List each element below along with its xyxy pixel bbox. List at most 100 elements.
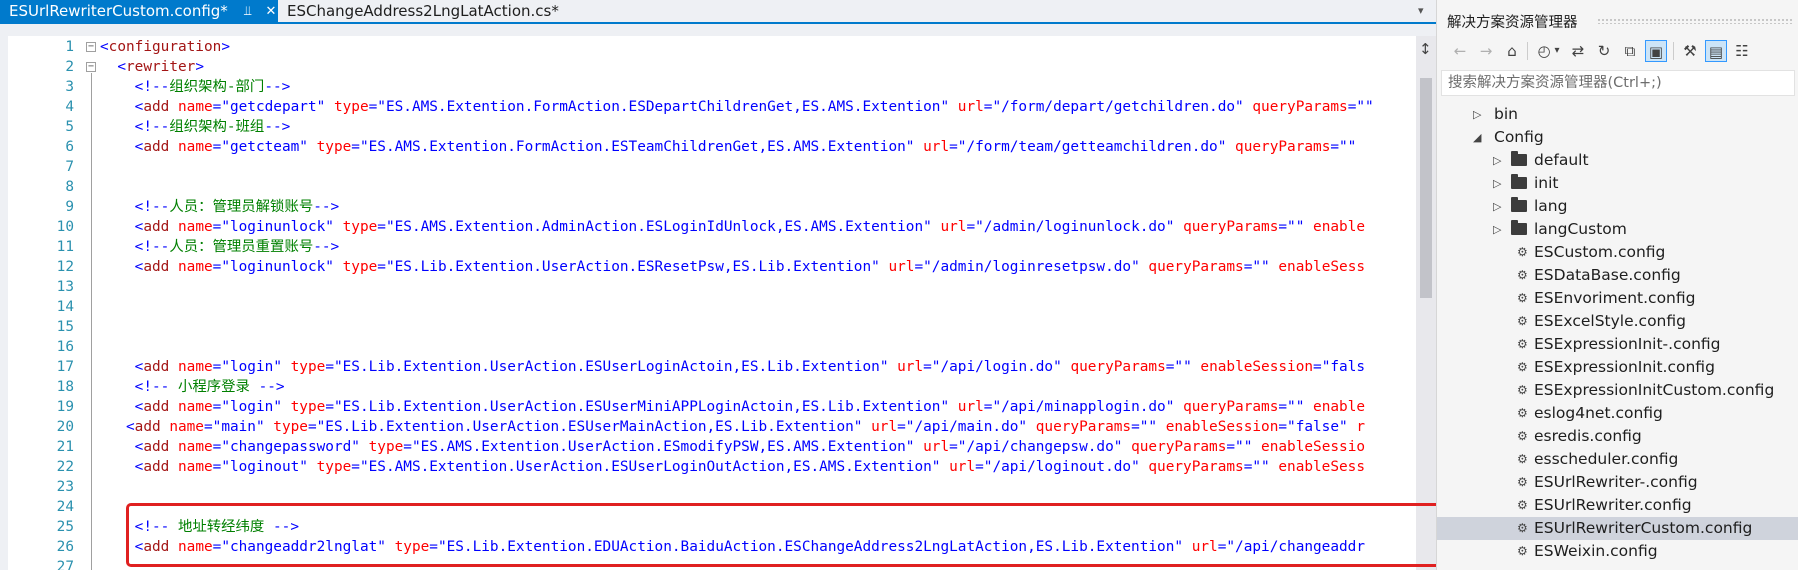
- code-line[interactable]: 6 <add name="getcteam" type="ES.AMS.Exte…: [8, 137, 1416, 157]
- tree-folder-item[interactable]: ▷ bin: [1437, 103, 1798, 126]
- tree-file-item[interactable]: ⚙ ESExcelStyle.config: [1437, 310, 1798, 333]
- code-token: 小程序登录: [169, 379, 259, 395]
- code-token: <!--: [100, 239, 170, 255]
- code-token: type: [281, 359, 326, 375]
- line-number: 18: [56, 379, 74, 395]
- pin-icon[interactable]: ⫫: [240, 4, 256, 19]
- collapse-arrow-icon[interactable]: ◢: [1473, 126, 1481, 149]
- code-token: loginunlock: [229, 259, 326, 275]
- collapse-all-icon[interactable]: ⧉: [1619, 40, 1641, 62]
- code-line[interactable]: 4 <add name="getcdepart" type="ES.AMS.Ex…: [8, 97, 1416, 117]
- tree-file-item[interactable]: ⚙ esredis.config: [1437, 425, 1798, 448]
- code-text: <!--组织架构-部门-->: [100, 77, 291, 97]
- panel-grip[interactable]: [1597, 18, 1792, 24]
- code-token: <!--: [100, 119, 170, 135]
- code-line[interactable]: 16: [8, 337, 1416, 357]
- tree-file-item[interactable]: ⚙ ESUrlRewriter-.config: [1437, 471, 1798, 494]
- code-line[interactable]: 2 − <rewriter>: [8, 57, 1416, 77]
- tree-file-item[interactable]: ⚙ ESUrlRewriterCustom.config: [1437, 517, 1798, 540]
- code-line[interactable]: 22 <add name="loginout" type="ES.AMS.Ext…: [8, 457, 1416, 477]
- code-line[interactable]: 3 <!--组织架构-部门-->: [8, 77, 1416, 97]
- expand-arrow-icon[interactable]: ▷: [1493, 195, 1501, 218]
- code-line[interactable]: 25 <!-- 地址转经纬度 -->: [8, 517, 1416, 537]
- code-line[interactable]: 24: [8, 497, 1416, 517]
- code-token: /api/changeaddr: [1235, 539, 1366, 555]
- forward-icon[interactable]: →: [1475, 40, 1497, 62]
- code-token: =": [377, 259, 395, 275]
- tree-file-item[interactable]: ⚙ esscheduler.config: [1437, 448, 1798, 471]
- tree-item-label: esscheduler.config: [1534, 450, 1679, 468]
- code-line[interactable]: 8: [8, 177, 1416, 197]
- code-line[interactable]: 17 <add name="login" type="ES.Lib.Extent…: [8, 357, 1416, 377]
- code-token: main: [221, 419, 256, 435]
- expand-arrow-icon[interactable]: ▷: [1473, 103, 1481, 126]
- code-token: url: [1183, 539, 1218, 555]
- tree-folder-item[interactable]: ▷ langCustom: [1437, 218, 1798, 241]
- tree-file-item[interactable]: ⚙ eslog4net.config: [1437, 402, 1798, 425]
- tab-esurlrewritercustom-config[interactable]: ESUrlRewriterCustom.config* ⫫ ✕: [0, 0, 278, 22]
- code-token: type: [281, 399, 326, 415]
- code-token: name: [169, 439, 213, 455]
- code-line[interactable]: 1 − <configuration>: [8, 37, 1416, 57]
- tree-folder-item[interactable]: ▷ lang: [1437, 195, 1798, 218]
- show-all-files-icon[interactable]: ▣: [1645, 40, 1667, 62]
- expand-arrow-icon[interactable]: ▷: [1493, 149, 1501, 172]
- tree-file-item[interactable]: ⚙ ESExpressionInit-.config: [1437, 333, 1798, 356]
- code-token: =": [212, 459, 230, 475]
- code-line[interactable]: 7: [8, 157, 1416, 177]
- tree-file-item[interactable]: ⚙ ESUrlRewriter.config: [1437, 494, 1798, 517]
- code-line[interactable]: 9 <!--人员：管理员解锁账号-->: [8, 197, 1416, 217]
- tree-file-item[interactable]: ⚙ ESCustom.config: [1437, 241, 1798, 264]
- home-icon[interactable]: ⌂: [1501, 40, 1523, 62]
- code-line[interactable]: 18 <!-- 小程序登录 -->: [8, 377, 1416, 397]
- search-input[interactable]: 搜索解决方案资源管理器(Ctrl+;): [1441, 70, 1795, 96]
- code-token: =": [975, 459, 993, 475]
- code-line[interactable]: 12 <add name="loginunlock" type="ES.Lib.…: [8, 257, 1416, 277]
- tab-eschangeaddress2lnglataction-cs[interactable]: ESChangeAddress2LngLatAction.cs*: [287, 0, 587, 22]
- tree-item-label: ESExpressionInit-.config: [1534, 335, 1721, 353]
- code-line[interactable]: 11 <!--人员：管理员重置账号-->: [8, 237, 1416, 257]
- fold-toggle-icon[interactable]: −: [86, 62, 96, 72]
- code-line[interactable]: 15: [8, 317, 1416, 337]
- tab-list-dropdown-icon[interactable]: ▾: [1418, 4, 1424, 17]
- code-line[interactable]: 20 <add name="main" type="ES.Lib.Extenti…: [8, 417, 1416, 437]
- sync-icon[interactable]: ⇄: [1567, 40, 1589, 62]
- close-icon[interactable]: ✕: [264, 4, 278, 19]
- code-line[interactable]: 5 <!--组织架构-班组-->: [8, 117, 1416, 137]
- tree-folder-item[interactable]: ▷ init: [1437, 172, 1798, 195]
- code-line[interactable]: 13: [8, 277, 1416, 297]
- code-line[interactable]: 27: [8, 557, 1416, 570]
- code-line[interactable]: 14: [8, 297, 1416, 317]
- expand-arrow-icon[interactable]: ▷: [1493, 172, 1501, 195]
- properties-icon[interactable]: ⚒: [1679, 40, 1701, 62]
- back-icon[interactable]: ←: [1449, 40, 1471, 62]
- code-line[interactable]: 21 <add name="changepassword" type="ES.A…: [8, 437, 1416, 457]
- split-view-icon[interactable]: ↕: [1419, 40, 1432, 58]
- tree-file-item[interactable]: ⚙ ESExpressionInitCustom.config: [1437, 379, 1798, 402]
- tree-file-item[interactable]: ⚙ ESEnvoriment.config: [1437, 287, 1798, 310]
- tree-folder-item[interactable]: ▷ default: [1437, 149, 1798, 172]
- tree-file-item[interactable]: ⚙ ESDataBase.config: [1437, 264, 1798, 287]
- code-line[interactable]: 23: [8, 477, 1416, 497]
- tree-item-label: ESExpressionInit.config: [1534, 358, 1715, 376]
- line-number: 5: [65, 119, 74, 135]
- refresh-icon[interactable]: ↻: [1593, 40, 1615, 62]
- code-token: <!--: [100, 379, 170, 395]
- code-line[interactable]: 10 <add name="loginunlock" type="ES.AMS.…: [8, 217, 1416, 237]
- expand-arrow-icon[interactable]: ▷: [1493, 218, 1501, 241]
- tree-file-item[interactable]: ⚙ ESWeixin.config: [1437, 540, 1798, 563]
- code-line[interactable]: 26 <add name="changeaddr2lnglat" type="E…: [8, 537, 1416, 557]
- code-token: name: [169, 539, 213, 555]
- tree-file-item[interactable]: ⚙ ESExpressionInit.config: [1437, 356, 1798, 379]
- class-view-icon[interactable]: ☷: [1731, 40, 1753, 62]
- code-line[interactable]: 19 <add name="login" type="ES.Lib.Extent…: [8, 397, 1416, 417]
- preview-icon[interactable]: ▤: [1705, 40, 1727, 62]
- code-text-area[interactable]: 1− <configuration> 2− <rewriter> 3 <!--组织架构…: [8, 36, 1416, 570]
- tree-folder-item[interactable]: ◢ Config: [1437, 126, 1798, 149]
- code-token: <: [100, 39, 109, 55]
- code-token: type: [385, 539, 430, 555]
- explorer-toolbar: ← → ⌂ ◴ ▾ ⇄ ↻ ⧉ ▣ ⚒ ▤ ☷: [1447, 38, 1797, 66]
- dropdown-icon[interactable]: ▾: [1551, 40, 1563, 62]
- fold-toggle-icon[interactable]: −: [86, 42, 96, 52]
- scrollbar-thumb[interactable]: [1420, 78, 1432, 298]
